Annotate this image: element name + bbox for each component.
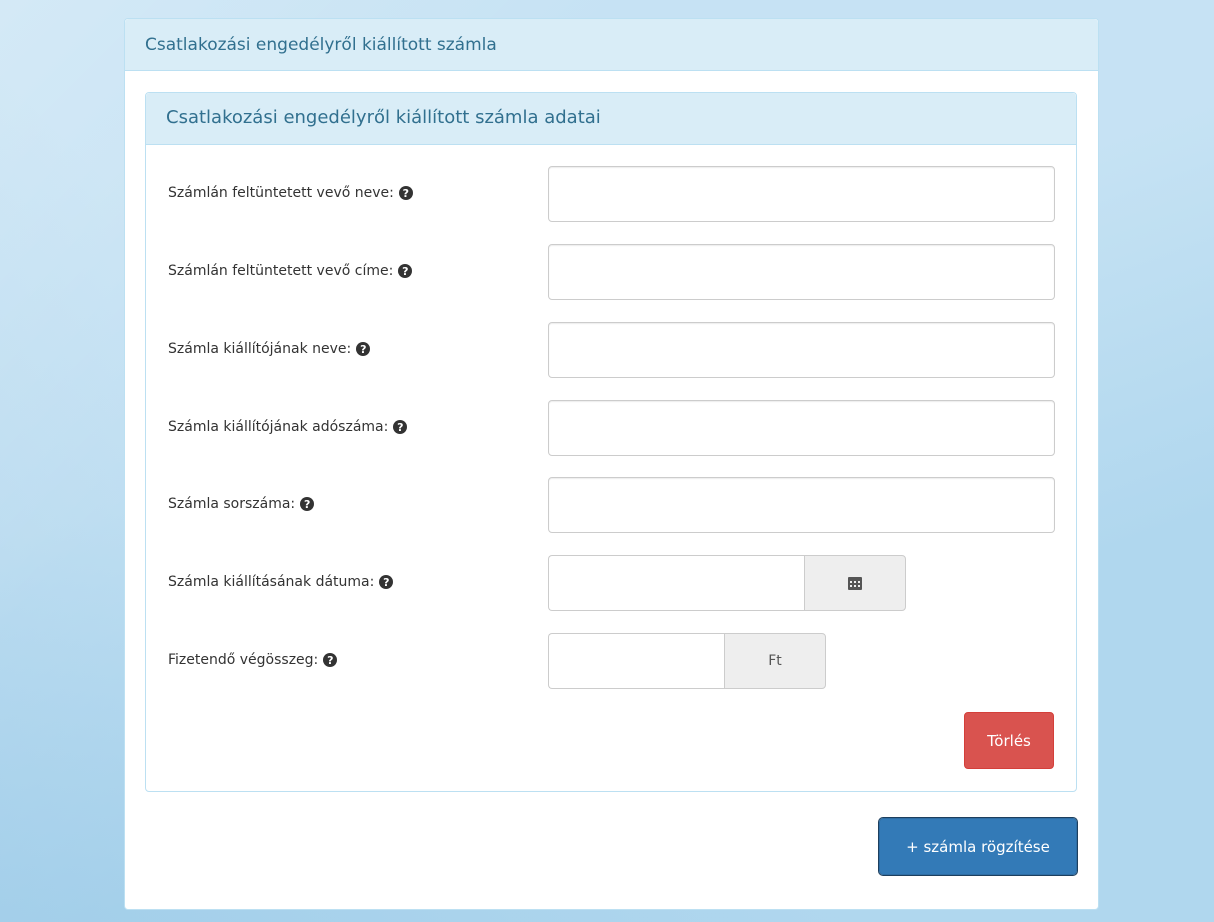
buyer-address-input[interactable]	[548, 244, 1055, 300]
subpanel-title: Csatlakozási engedélyről kiállított szám…	[146, 93, 1076, 145]
form-row-issue-date: Számla kiállításának dátuma: ?	[146, 555, 1076, 613]
calendar-icon	[848, 576, 862, 590]
buyer-name-input[interactable]	[548, 166, 1055, 222]
issuer-name-label: Számla kiállítójának neve: ?	[168, 341, 371, 357]
question-circle-icon[interactable]: ?	[398, 186, 413, 200]
question-circle-icon[interactable]: ?	[323, 653, 338, 667]
issue-date-input[interactable]	[548, 555, 804, 611]
total-amount-label: Fizetendő végösszeg: ?	[168, 652, 338, 668]
total-amount-group: Ft	[548, 633, 826, 689]
form-row-buyer-address: Számlán feltüntetett vevő címe: ?	[146, 244, 1076, 302]
question-circle-icon[interactable]: ?	[379, 575, 394, 589]
invoice-panel: Csatlakozási engedélyről kiállított szám…	[124, 18, 1099, 910]
question-circle-icon[interactable]: ?	[393, 420, 408, 434]
issuer-name-input[interactable]	[548, 322, 1055, 378]
buyer-name-label: Számlán feltüntetett vevő neve: ?	[168, 185, 413, 201]
panel-title: Csatlakozási engedélyről kiállított szám…	[125, 19, 1098, 71]
form-row-total-amount: Fizetendő végösszeg: ? Ft	[146, 633, 1076, 691]
invoice-details-subpanel: Csatlakozási engedélyről kiállított szám…	[145, 92, 1077, 792]
buyer-address-label: Számlán feltüntetett vevő címe: ?	[168, 263, 413, 279]
issue-date-group	[548, 555, 906, 611]
question-circle-icon[interactable]: ?	[300, 497, 315, 511]
issue-date-label: Számla kiállításának dátuma: ?	[168, 574, 394, 590]
form-row-issuer-name: Számla kiállítójának neve: ?	[146, 322, 1076, 380]
question-circle-icon[interactable]: ?	[398, 264, 413, 278]
add-invoice-button[interactable]: + számla rögzítése	[878, 817, 1078, 876]
calendar-button[interactable]	[804, 555, 906, 611]
question-circle-icon[interactable]: ?	[356, 342, 371, 356]
total-amount-input[interactable]	[548, 633, 724, 689]
issuer-tax-number-label: Számla kiállítójának adószáma: ?	[168, 419, 408, 435]
form-row-invoice-number: Számla sorszáma: ?	[146, 477, 1076, 535]
issuer-tax-number-input[interactable]	[548, 400, 1055, 456]
currency-addon: Ft	[724, 633, 826, 689]
invoice-number-input[interactable]	[548, 477, 1055, 533]
form-row-buyer-name: Számlán feltüntetett vevő neve: ?	[146, 166, 1076, 224]
form-row-issuer-tax-number: Számla kiállítójának adószáma: ?	[146, 400, 1076, 458]
invoice-number-label: Számla sorszáma: ?	[168, 496, 315, 512]
delete-button[interactable]: Törlés	[964, 712, 1054, 769]
